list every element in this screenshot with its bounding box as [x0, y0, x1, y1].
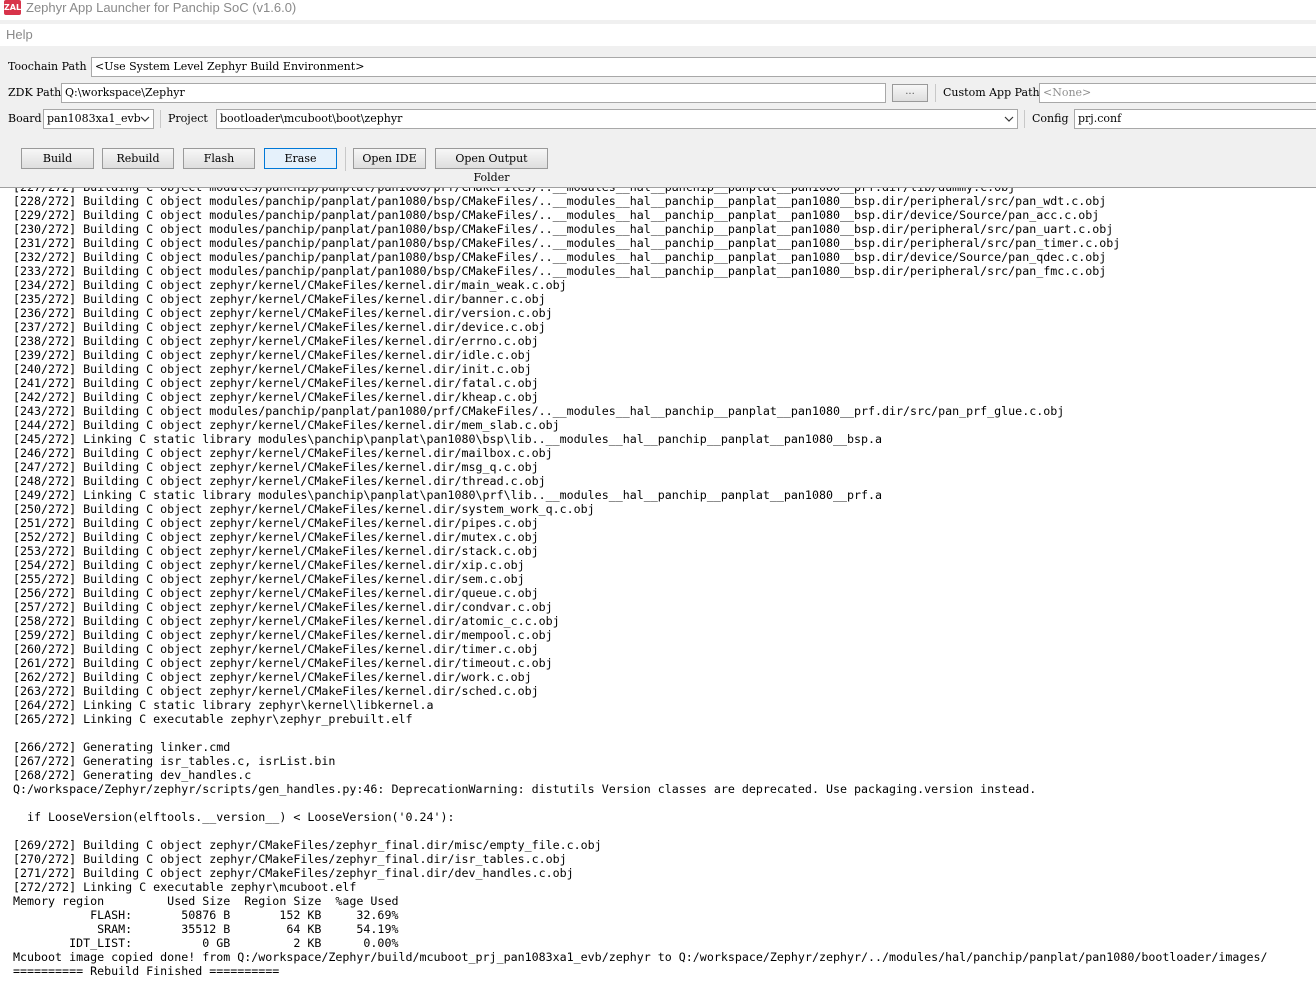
- custom-app-path-field[interactable]: <None>: [1039, 83, 1316, 103]
- output-line: [249/272] Linking C static library modul…: [13, 488, 883, 502]
- output-line: [254/272] Building C object zephyr/kerne…: [13, 558, 525, 572]
- output-line: [267/272] Generating isr_tables.c, isrLi…: [13, 754, 336, 768]
- build-button[interactable]: Build: [21, 148, 94, 169]
- project-select[interactable]: bootloader\mcuboot\boot\zephyr: [216, 109, 1018, 129]
- open-output-folder-button[interactable]: Open Output Folder: [435, 148, 548, 184]
- output-line: [240/272] Building C object zephyr/kerne…: [13, 362, 532, 376]
- app-logo-icon: ZAL: [4, 0, 21, 15]
- menu-help[interactable]: Help: [6, 27, 33, 42]
- output-line: [239/272] Building C object zephyr/kerne…: [13, 348, 532, 362]
- zdk-path-field[interactable]: Q:\workspace\Zephyr: [61, 83, 886, 103]
- rebuild-button[interactable]: Rebuild: [102, 148, 174, 169]
- output-line: [228/272] Building C object modules/panc…: [13, 194, 1107, 208]
- output-line: if LooseVersion(elftools.__version__) < …: [13, 810, 455, 824]
- output-line: [245/272] Linking C static library modul…: [13, 432, 883, 446]
- output-line: [248/272] Building C object zephyr/kerne…: [13, 474, 546, 488]
- output-line: [252/272] Building C object zephyr/kerne…: [13, 530, 539, 544]
- separator: [160, 110, 161, 128]
- window-title: Zephyr App Launcher for Panchip SoC (v1.…: [26, 0, 297, 15]
- output-line: [241/272] Building C object zephyr/kerne…: [13, 376, 539, 390]
- output-line: [256/272] Building C object zephyr/kerne…: [13, 586, 539, 600]
- title-bar: ZAL Zephyr App Launcher for Panchip SoC …: [0, 0, 1316, 20]
- toolchain-path-field[interactable]: <Use System Level Zephyr Build Environme…: [91, 57, 1316, 77]
- output-line: [243/272] Building C object modules/panc…: [13, 404, 1065, 418]
- output-line: [230/272] Building C object modules/panc…: [13, 222, 1114, 236]
- open-ide-button[interactable]: Open IDE: [353, 148, 426, 169]
- separator: [935, 84, 936, 102]
- output-line: [269/272] Building C object zephyr/CMake…: [13, 838, 602, 852]
- project-select-value: bootloader\mcuboot\boot\zephyr: [220, 112, 403, 125]
- output-line: IDT_LIST: 0 GB 2 KB 0.00%: [13, 936, 399, 950]
- custom-app-path-label: Custom App Path: [943, 86, 1040, 99]
- output-line: [235/272] Building C object zephyr/kerne…: [13, 292, 546, 306]
- output-line: [233/272] Building C object modules/panc…: [13, 264, 1107, 278]
- output-line: [264/272] Linking C static library zephy…: [13, 698, 434, 712]
- output-line: SRAM: 35512 B 64 KB 54.19%: [13, 922, 399, 936]
- board-select-value: pan1083xa1_evb: [47, 112, 141, 125]
- output-line: [229/272] Building C object modules/panc…: [13, 208, 1100, 222]
- output-line: Q:/workspace/Zephyr/zephyr/scripts/gen_h…: [13, 782, 1037, 796]
- board-label: Board: [8, 112, 42, 125]
- zdk-path-label: ZDK Path: [8, 86, 62, 99]
- config-label: Config: [1032, 112, 1069, 125]
- browse-zdk-button[interactable]: ...: [892, 84, 928, 102]
- output-line: [259/272] Building C object zephyr/kerne…: [13, 628, 553, 642]
- output-line: [242/272] Building C object zephyr/kerne…: [13, 390, 539, 404]
- output-line: FLASH: 50876 B 152 KB 32.69%: [13, 908, 399, 922]
- project-label: Project: [168, 112, 208, 125]
- toolchain-path-label: Toochain Path: [8, 60, 87, 73]
- separator: [1024, 110, 1025, 128]
- output-line: [227/272] Building C object modules/panc…: [13, 187, 1016, 194]
- output-line: [270/272] Building C object zephyr/CMake…: [13, 852, 567, 866]
- output-line: [247/272] Building C object zephyr/kerne…: [13, 460, 539, 474]
- output-line: [260/272] Building C object zephyr/kerne…: [13, 642, 539, 656]
- output-line: [261/272] Building C object zephyr/kerne…: [13, 656, 553, 670]
- output-line: [253/272] Building C object zephyr/kerne…: [13, 544, 539, 558]
- output-line: [262/272] Building C object zephyr/kerne…: [13, 670, 532, 684]
- output-line: [238/272] Building C object zephyr/kerne…: [13, 334, 539, 348]
- output-line: [251/272] Building C object zephyr/kerne…: [13, 516, 539, 530]
- output-line: [257/272] Building C object zephyr/kerne…: [13, 600, 553, 614]
- output-line: [258/272] Building C object zephyr/kerne…: [13, 614, 560, 628]
- separator: [345, 147, 346, 171]
- menu-bar: Help: [0, 24, 1316, 46]
- output-line: [265/272] Linking C executable zephyr\ze…: [13, 712, 413, 726]
- output-line: [244/272] Building C object zephyr/kerne…: [13, 418, 560, 432]
- output-line: [246/272] Building C object zephyr/kerne…: [13, 446, 553, 460]
- build-output-console[interactable]: [227/272] Building C object modules/panc…: [0, 187, 1316, 998]
- chevron-down-icon: [140, 116, 150, 122]
- erase-button[interactable]: Erase: [264, 148, 337, 169]
- output-line: [232/272] Building C object modules/panc…: [13, 250, 1107, 264]
- output-line: [236/272] Building C object zephyr/kerne…: [13, 306, 553, 320]
- config-field[interactable]: prj.conf: [1074, 109, 1316, 129]
- output-line: [271/272] Building C object zephyr/CMake…: [13, 866, 574, 880]
- output-line: [231/272] Building C object modules/panc…: [13, 236, 1121, 250]
- output-line: [255/272] Building C object zephyr/kerne…: [13, 572, 525, 586]
- output-line: [237/272] Building C object zephyr/kerne…: [13, 320, 546, 334]
- output-line: [250/272] Building C object zephyr/kerne…: [13, 502, 595, 516]
- output-line: Mcuboot image copied done! from Q:/works…: [13, 950, 1268, 964]
- output-line: Memory region Used Size Region Size %age…: [13, 894, 399, 908]
- flash-button[interactable]: Flash: [183, 148, 255, 169]
- output-line: [272/272] Linking C executable zephyr\mc…: [13, 880, 357, 894]
- output-line: [234/272] Building C object zephyr/kerne…: [13, 278, 567, 292]
- output-line: [268/272] Generating dev_handles.c: [13, 768, 252, 782]
- output-line: [266/272] Generating linker.cmd: [13, 740, 231, 754]
- build-output-text: [227/272] Building C object modules/panc…: [13, 187, 1268, 978]
- board-select[interactable]: pan1083xa1_evb: [43, 109, 154, 129]
- chevron-down-icon: [1004, 116, 1014, 122]
- output-line: ========== Rebuild Finished ==========: [13, 964, 280, 978]
- output-line: [263/272] Building C object zephyr/kerne…: [13, 684, 539, 698]
